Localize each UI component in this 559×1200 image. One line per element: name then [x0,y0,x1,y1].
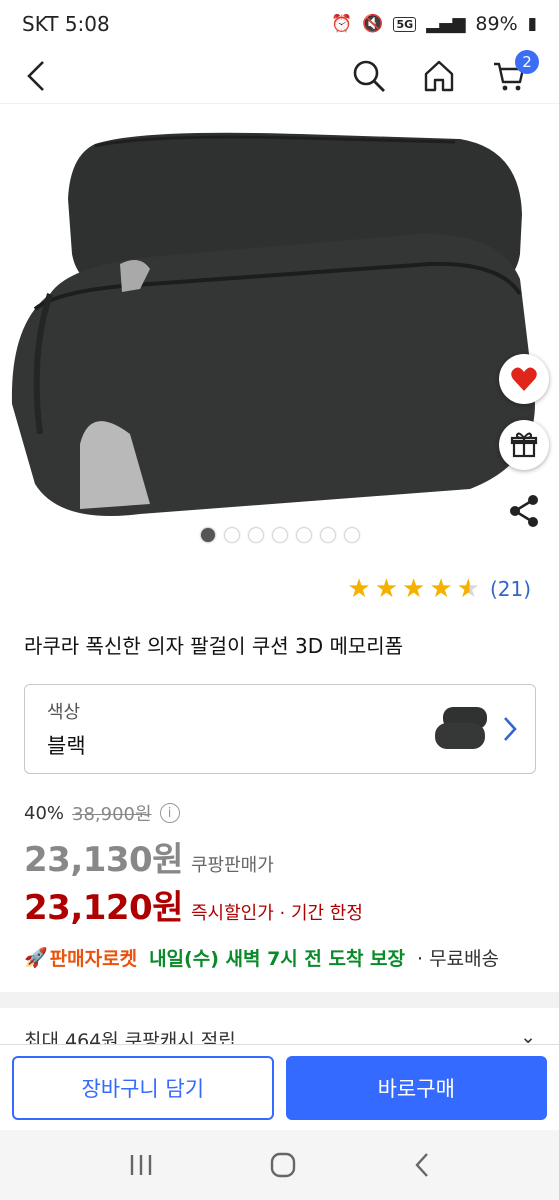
star-icon: ★ [347,574,371,604]
gift-button[interactable] [499,420,549,470]
coupang-price-row: 23,130원 쿠팡판매가 [24,832,274,881]
alarm-icon: ⏰ [331,14,353,34]
shipping-info: · 무료배송 [417,948,500,970]
carousel-dot[interactable] [248,528,263,542]
home-button[interactable] [421,58,457,94]
back-nav-icon[interactable] [413,1152,431,1178]
carousel-dot[interactable] [200,528,215,542]
recent-apps-icon[interactable] [128,1153,154,1177]
info-icon[interactable]: i [159,803,180,823]
network-badge: 5G [393,16,417,32]
product-title: 라쿠라 폭신한 의자 팔걸이 쿠션 3D 메모리폼 [24,634,404,658]
discount-row: 40% 38,900원 i [24,800,180,826]
option-thumbnail [435,707,487,749]
delivery-eta: 내일(수) 새벽 7시 전 도착 보장 [149,948,406,970]
status-icons: ⏰ 🔇 5G ▂▄▆ 89% ▮ [331,13,537,35]
half-star-icon: ★ [456,574,480,604]
carousel-dot[interactable] [272,528,287,542]
instant-price: 23,120원 [24,888,183,928]
heart-icon [511,367,537,391]
carousel-dot[interactable] [296,528,311,542]
carousel-dot[interactable] [224,528,239,542]
carousel-dot[interactable] [320,528,335,542]
battery-icon: ▮ [527,14,537,34]
option-selector[interactable]: 색상 블랙 [24,684,536,774]
discount-rate: 40% [24,802,65,824]
status-bar: SKT 5:08 ⏰ 🔇 5G ▂▄▆ 89% ▮ [0,0,559,48]
carousel-dot[interactable] [344,528,359,542]
star-icon: ★ [429,574,453,604]
buy-now-button[interactable]: 바로구매 [285,1055,547,1120]
add-to-cart-button[interactable]: 장바구니 담기 [12,1055,274,1120]
rating-row[interactable]: ★ ★ ★ ★ ★ (21) [347,576,531,602]
status-time: SKT 5:08 [22,12,110,36]
search-icon [353,60,385,92]
bottom-action-bar: 장바구니 담기 바로구매 [0,1044,559,1130]
back-button[interactable] [18,58,54,94]
coupang-price-label: 쿠팡판매가 [190,855,274,876]
signal-icon: ▂▄▆ [426,14,466,34]
star-icon: ★ [402,574,426,604]
home-icon [424,60,454,91]
mute-icon: 🔇 [362,14,384,34]
rocket-icon: 🚀 [24,947,48,969]
cart-count-badge: 2 [515,49,539,74]
product-image-carousel[interactable] [0,104,559,554]
option-value: 블랙 [47,734,86,758]
chevron-right-icon [504,717,517,741]
instant-price-row: 23,120원 즉시할인가 · 기간 한정 [24,880,363,929]
app-header: 2 [0,48,559,104]
cart-button[interactable]: 2 [491,49,539,94]
coupang-price: 23,130원 [24,840,183,880]
original-price: 38,900원 [72,804,152,825]
option-label: 색상 [47,702,81,723]
star-icon: ★ [374,574,398,604]
delivery-row: 🚀 판매자로켓 내일(수) 새벽 7시 전 도착 보장 · 무료배송 [24,944,499,971]
battery-level: 89% [475,13,518,35]
section-divider [0,992,559,1008]
seller-rocket-badge: 🚀 판매자로켓 [24,944,137,971]
gift-icon [510,432,538,458]
instant-price-label: 즉시할인가 · 기간 한정 [190,903,363,924]
system-nav-bar [0,1130,559,1200]
carousel-indicators [0,528,559,542]
home-nav-icon[interactable] [269,1151,297,1179]
back-arrow-icon [27,60,44,91]
review-count[interactable]: (21) [490,577,531,601]
seller-rocket-label: 판매자로켓 [49,948,138,970]
product-image [11,132,535,516]
share-icon [510,495,538,527]
wishlist-button[interactable] [499,354,549,404]
search-button[interactable] [351,58,387,94]
